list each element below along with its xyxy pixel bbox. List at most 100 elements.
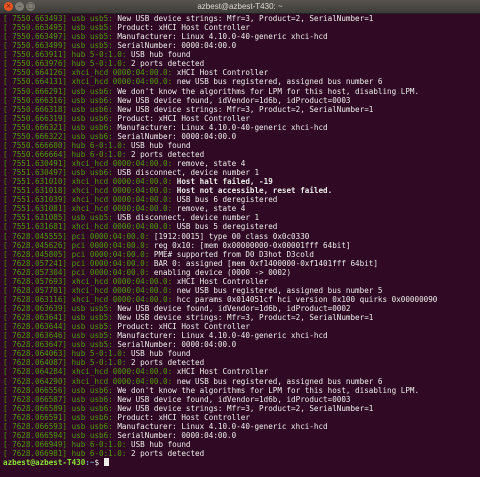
log-message: New USB device strings: Mfr=3, Product=2… xyxy=(112,403,374,413)
terminal-line: [ 7551.631681] xhci_hcd 0000:04:00.0: US… xyxy=(3,222,477,231)
terminal-output[interactable]: [ 7550.663493] usb usb5: New USB device … xyxy=(3,14,477,476)
log-message: USB disconnect, device number 1 xyxy=(112,213,260,223)
log-message: New USB device strings: Mfr=3, Product=2… xyxy=(112,104,374,114)
window-title: azbest@azbest-T430: ~ xyxy=(197,2,283,11)
timestamp: [ 7551.630491] xyxy=(3,159,68,168)
log-source: hub 6-0:1.0: xyxy=(71,149,127,159)
timestamp: [ 7628.066556] xyxy=(3,385,68,395)
timestamp: [ 7628.064290] xyxy=(3,376,68,386)
timestamp: [ 7628.045805] xyxy=(3,249,68,259)
log-source: pci 0000:04:00.0: xyxy=(71,249,150,259)
terminal-line: [ 7628.064290] xhci_hcd 0000:04:00.0: ne… xyxy=(3,377,477,386)
log-source: usb usb6: xyxy=(71,385,113,395)
timestamp: [ 7551.630497] xyxy=(3,168,68,178)
log-source: xhci_hcd 0000:04:00.0: xyxy=(71,186,173,196)
terminal-line: [ 7550.663976] hub 5-0:1.0: 2 ports dete… xyxy=(3,59,477,68)
timestamp: [ 7628.063647] xyxy=(3,340,68,350)
log-message: SerialNumber: 0000:04:00.0 xyxy=(112,41,237,51)
log-source: xhci_hcd 0000:04:00.0: xyxy=(71,77,173,87)
timestamp: [ 7550.663499] xyxy=(3,41,68,51)
timestamp: [ 7628.066593] xyxy=(3,421,68,431)
terminal-line: [ 7551.631039] xhci_hcd 0000:04:00.0: US… xyxy=(3,195,477,204)
log-source: usb usb6: xyxy=(71,168,113,178)
terminal-line: [ 7551.631081] xhci_hcd 0000:04:00.0: re… xyxy=(3,204,477,213)
timestamp: [ 7550.664131] xyxy=(3,77,68,87)
terminal-line: [ 7628.066594] usb usb6: SerialNumber: 0… xyxy=(3,431,477,440)
log-message: remove, state 4 xyxy=(172,159,246,168)
log-source: xhci_hcd 0000:04:00.0: xyxy=(71,276,173,286)
log-source: pci 0000:04:00.0: xyxy=(71,240,150,250)
terminal-line: [ 7550.664131] xhci_hcd 0000:04:00.0: ne… xyxy=(3,77,477,86)
log-message: USB hub found xyxy=(126,140,191,150)
log-source: usb usb5: xyxy=(71,340,113,350)
log-source: usb usb5: xyxy=(71,14,113,23)
terminal-line: [ 7550.666291] usb usb6: We don't know t… xyxy=(3,87,477,96)
log-message: hcc params 0x014051cf hci version 0x100 … xyxy=(172,294,438,304)
timestamp: [ 7550.663493] xyxy=(3,14,68,23)
timestamp: [ 7628.066589] xyxy=(3,403,68,413)
timestamp: [ 7550.666318] xyxy=(3,104,68,114)
timestamp: [ 7628.064284] xyxy=(3,367,68,377)
log-source: xhci_hcd 0000:04:00.0: xyxy=(71,159,173,168)
terminal-line: [ 7551.631018] xhci_hcd 0000:04:00.0: Ho… xyxy=(3,186,477,195)
log-source: usb usb6: xyxy=(71,122,113,132)
terminal-line: [ 7628.066593] usb usb6: Manufacturer: L… xyxy=(3,422,477,431)
timestamp: [ 7628.063641] xyxy=(3,313,68,323)
log-message: SerialNumber: 0000:04:00.0 xyxy=(112,430,237,440)
log-source: usb usb5: xyxy=(71,322,113,332)
timestamp: [ 7550.666664] xyxy=(3,149,68,159)
terminal-line: [ 7551.631085] usb usb5: USB disconnect,… xyxy=(3,213,477,222)
timestamp: [ 7550.663497] xyxy=(3,32,68,42)
log-message: USB bus 6 deregistered xyxy=(172,195,278,205)
timestamp: [ 7550.666322] xyxy=(3,131,68,141)
log-source: usb usb6: xyxy=(71,86,113,96)
timestamp: [ 7551.631039] xyxy=(3,195,68,205)
log-source: xhci_hcd 0000:04:00.0: xyxy=(71,177,173,187)
timestamp: [ 7628.057304] xyxy=(3,267,68,277)
timestamp: [ 7550.663976] xyxy=(3,59,68,69)
log-message: Manufacturer: Linux 4.10.0-40-generic xh… xyxy=(112,32,328,42)
log-source: pci 0000:04:00.0: xyxy=(71,267,150,277)
log-message: 2 ports detected xyxy=(126,59,205,69)
timestamp: [ 7550.666600] xyxy=(3,140,68,150)
log-source: usb usb6: xyxy=(71,104,113,114)
log-message: [1912:0015] type 00 class 0x0c0330 xyxy=(149,231,310,241)
log-source: usb usb5: xyxy=(71,41,113,51)
terminal-line: [ 7628.064087] hub 5-0:1.0: 2 ports dete… xyxy=(3,358,477,367)
log-message: Product: xHCI Host Controller xyxy=(112,412,250,422)
log-message: USB hub found xyxy=(126,349,191,359)
terminal-line: [ 7550.666321] usb usb6: Manufacturer: L… xyxy=(3,123,477,132)
log-source: usb usb5: xyxy=(71,304,113,313)
log-message: Product: xHCI Host Controller xyxy=(112,322,250,332)
log-source: hub 5-0:1.0: xyxy=(71,50,127,60)
shell-prompt[interactable]: azbest@azbest-T430:~$ xyxy=(3,458,477,467)
timestamp: [ 7551.631081] xyxy=(3,204,68,214)
terminal-line: [ 7628.063646] usb usb5: Manufacturer: L… xyxy=(3,331,477,340)
terminal-line: [ 7628.066589] usb usb6: New USB device … xyxy=(3,404,477,413)
log-message: BAR 0: assigned [mem 0xf1400000-0xf1401f… xyxy=(149,258,378,268)
terminal-line: [ 7550.666316] usb usb6: New USB device … xyxy=(3,96,477,105)
timestamp: [ 7551.631681] xyxy=(3,222,68,232)
window-titlebar[interactable]: × – □ azbest@azbest-T430: ~ xyxy=(0,0,480,14)
log-message: new USB bus registered, assigned bus num… xyxy=(172,77,383,87)
terminal-line: [ 7628.063644] usb usb5: Product: xHCI H… xyxy=(3,322,477,331)
timestamp: [ 7551.631018] xyxy=(3,186,68,196)
terminal-line: [ 7628.064063] hub 5-0:1.0: USB hub foun… xyxy=(3,349,477,358)
terminal-line: [ 7550.666600] hub 6-0:1.0: USB hub foun… xyxy=(3,141,477,150)
timestamp: [ 7628.057241] xyxy=(3,258,68,268)
terminal-line: [ 7628.057304] pci 0000:04:00.0: enablin… xyxy=(3,268,477,277)
log-message: reg 0x10: [mem 0x00000000-0x00001fff 64b… xyxy=(149,240,351,250)
terminal-line: [ 7628.066591] usb usb6: Product: xHCI H… xyxy=(3,413,477,422)
terminal-line: [ 7628.066949] hub 6-0:1.0: USB hub foun… xyxy=(3,440,477,449)
log-source: xhci_hcd 0000:04:00.0: xyxy=(71,367,173,377)
log-message: Product: xHCI Host Controller xyxy=(112,113,250,123)
timestamp: [ 7628.066594] xyxy=(3,430,68,440)
timestamp: [ 7628.057693] xyxy=(3,276,68,286)
timestamp: [ 7628.063639] xyxy=(3,304,68,313)
log-message: remove, state 4 xyxy=(172,204,246,214)
log-message: USB bus 5 deregistered xyxy=(172,222,278,232)
log-source: usb usb6: xyxy=(71,113,113,123)
log-message: Host not accessible, reset failed. xyxy=(172,186,333,196)
log-source: hub 5-0:1.0: xyxy=(71,358,127,368)
timestamp: [ 7550.666291] xyxy=(3,86,68,96)
